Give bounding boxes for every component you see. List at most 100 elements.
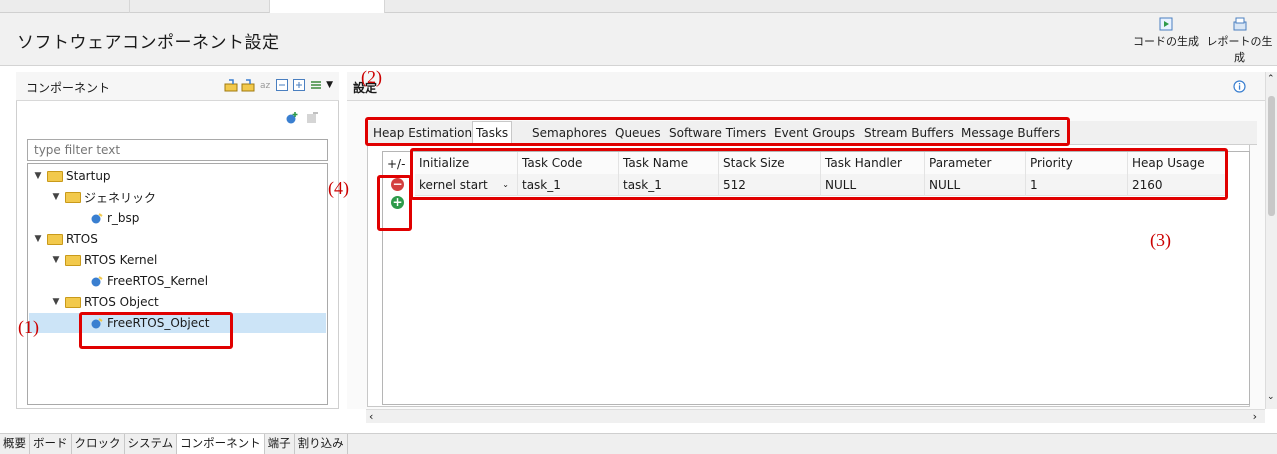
tree-node-r-bsp[interactable]: r_bsp [90,208,139,228]
column-header-task-handler[interactable]: Task Handler [821,152,925,174]
filter-icon[interactable] [309,78,323,92]
tab-semaphores[interactable]: Semaphores [529,122,610,144]
chevron-down-icon[interactable]: ▼ [50,255,62,265]
task-handler-cell[interactable]: NULL [821,174,925,196]
remove-row-button[interactable]: − [391,178,404,191]
tab-event-groups[interactable]: Event Groups [771,122,858,144]
menu-chevron-icon[interactable]: ▼ [326,78,333,92]
minus-icon: − [392,177,403,191]
column-header-initialize[interactable]: Initialize [415,152,518,174]
remove-component-icon[interactable] [305,111,319,125]
components-toolbar: az ▼ [224,78,333,92]
page-header: ソフトウェアコンポーネント設定 コードの生成 レポートの生成 [0,13,1277,66]
bottom-tab-board[interactable]: ボード [30,434,72,454]
tab-tasks[interactable]: Tasks [472,121,513,145]
initialize-select[interactable]: kernel start ⌄ [415,174,518,196]
task-name-cell[interactable]: task_1 [619,174,719,196]
tree-node-rtos-kernel[interactable]: ▼ RTOS Kernel [50,250,158,270]
column-header-heap-usage[interactable]: Heap Usage [1128,152,1228,174]
column-header-priority[interactable]: Priority [1026,152,1128,174]
add-component-icon[interactable] [285,111,299,125]
scroll-right-icon[interactable]: › [1253,410,1257,423]
bottom-tab-interrupts[interactable]: 割り込み [295,434,348,454]
stack-size-cell[interactable]: 512 [719,174,821,196]
component-icon [91,275,103,286]
tab-queues[interactable]: Queues [612,122,664,144]
horizontal-scrollbar[interactable]: ‹ › [366,409,1265,423]
bottom-tab-overview[interactable]: 概要 [0,434,30,454]
chevron-down-icon[interactable]: ▼ [32,171,44,181]
column-header-stack-size[interactable]: Stack Size [719,152,821,174]
scroll-thumb[interactable] [1268,96,1275,216]
folder-icon [47,233,63,245]
components-panel-title: コンポーネント [26,81,111,95]
tree-node-label: RTOS [66,232,98,246]
column-header-parameter[interactable]: Parameter [925,152,1026,174]
tree-node-freertos-object[interactable]: FreeRTOS_Object [29,313,326,333]
plus-icon: + [392,195,403,209]
folder-icon [65,254,81,266]
chevron-down-icon[interactable]: ▼ [32,234,44,244]
settings-panel-header: 設定 [347,72,1265,101]
task-code-cell[interactable]: task_1 [518,174,619,196]
tab-software-timers[interactable]: Software Timers [666,122,769,144]
generate-code-icon [1159,17,1173,31]
export-icon[interactable] [241,78,255,92]
editor-tab[interactable] [0,0,130,13]
add-remove-header: +/- [387,157,406,171]
components-panel: ▼ Startup ▼ ジェネリック r_bsp ▼ RTOS ▼ RTOS K… [16,101,339,409]
page-title: ソフトウェアコンポーネント設定 [17,33,280,53]
scroll-left-icon[interactable]: ‹ [369,410,373,423]
generate-report-button[interactable]: レポートの生成 [1202,17,1277,65]
bottom-tab-system[interactable]: システム [125,434,178,454]
sort-icon[interactable]: az [258,78,272,92]
editor-tab[interactable] [130,0,270,13]
filter-input[interactable] [27,139,328,161]
tree-node-label: RTOS Object [84,295,159,309]
annotation-2: (2) [361,67,382,87]
annotation-4: (4) [328,178,349,198]
component-icon [91,317,103,328]
add-row-button[interactable]: + [391,196,404,209]
tree-node-rtos[interactable]: ▼ RTOS [32,229,98,249]
info-icon[interactable] [1233,80,1246,93]
generate-report-icon [1233,17,1246,31]
tab-heap-estimation[interactable]: Heap Estimation [370,122,475,144]
priority-cell[interactable]: 1 [1026,174,1128,196]
settings-tabs: Heap Estimation Tasks Semaphores Queues … [367,121,1257,145]
tree-node-label: FreeRTOS_Object [107,316,210,330]
components-panel-header: コンポーネント az ▼ [16,72,339,101]
bottom-tab-clock[interactable]: クロック [72,434,125,454]
tree-node-rtos-object[interactable]: ▼ RTOS Object [50,292,159,312]
column-header-task-code[interactable]: Task Code [518,152,619,174]
chevron-down-icon[interactable]: ▼ [50,297,62,307]
tree-node-label: Startup [66,169,111,183]
tab-stream-buffers[interactable]: Stream Buffers [861,122,957,144]
tree-node-startup[interactable]: ▼ Startup [32,166,111,186]
chevron-down-icon[interactable]: ▼ [50,192,62,202]
tree-node-label: r_bsp [107,211,140,225]
bottom-tab-pins[interactable]: 端子 [265,434,295,454]
annotation-3: (3) [1150,230,1171,250]
parameter-cell[interactable]: NULL [925,174,1026,196]
import-icon[interactable] [224,78,238,92]
component-tree: ▼ Startup ▼ ジェネリック r_bsp ▼ RTOS ▼ RTOS K… [27,163,328,405]
scroll-up-icon[interactable]: ⌃ [1267,74,1275,84]
tree-node-label: ジェネリック [84,190,157,205]
component-icon [91,212,103,223]
collapse-all-icon[interactable] [275,78,289,92]
expand-all-icon[interactable] [292,78,306,92]
bottom-tab-components[interactable]: コンポーネント [177,434,265,454]
tree-node-generic[interactable]: ▼ ジェネリック [50,187,156,207]
column-header-task-name[interactable]: Task Name [619,152,719,174]
editor-tab-active[interactable] [270,0,385,13]
tab-message-buffers[interactable]: Message Buffers [958,122,1063,144]
svg-text:az: az [260,81,271,91]
vertical-scrollbar[interactable]: ⌃ ⌄ [1265,72,1277,409]
generate-code-button[interactable]: コードの生成 [1133,17,1199,49]
annotation-1: (1) [18,317,39,337]
scroll-down-icon[interactable]: ⌄ [1267,392,1275,402]
folder-icon [65,191,81,203]
generate-code-label: コードの生成 [1133,35,1199,48]
tree-node-freertos-kernel[interactable]: FreeRTOS_Kernel [90,271,208,291]
